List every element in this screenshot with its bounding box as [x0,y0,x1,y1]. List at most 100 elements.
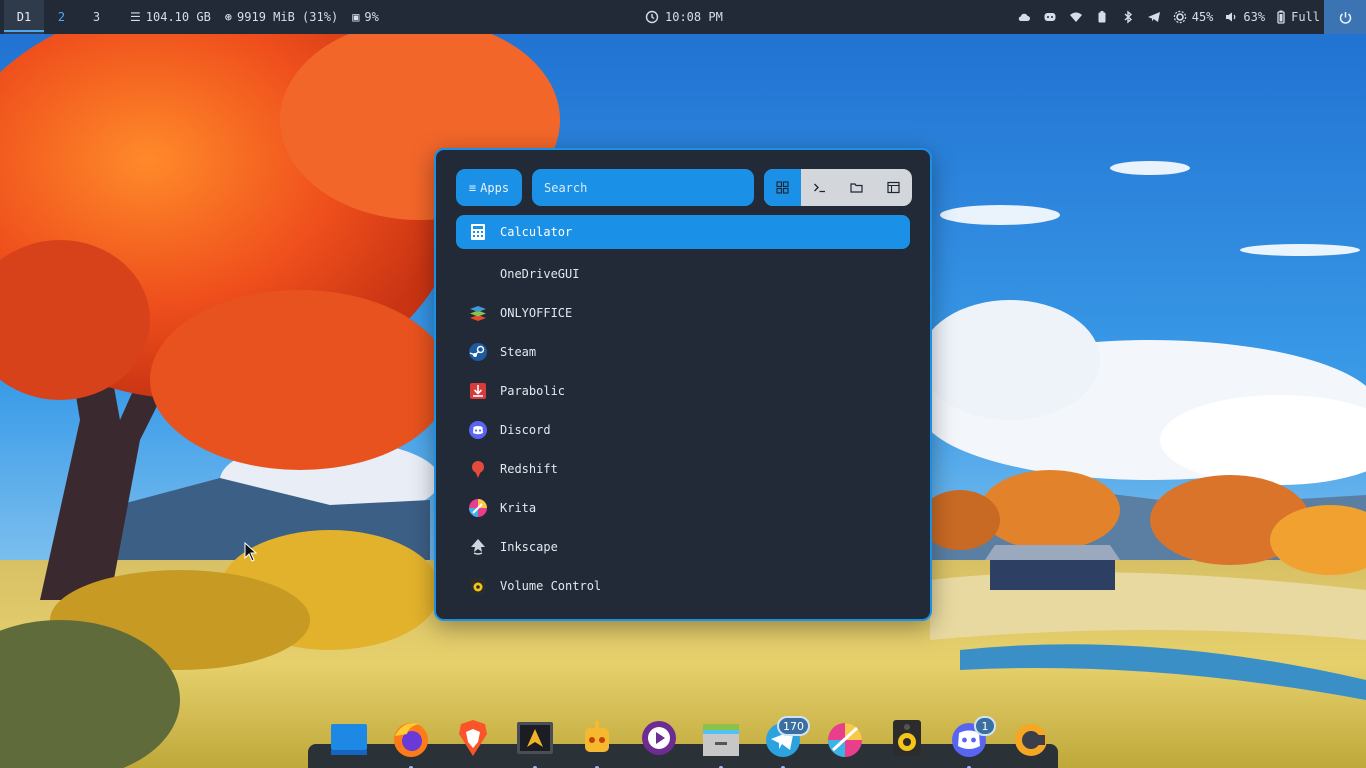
app-launcher: ≡ Apps Search Calculator OneDriveGUI ONL… [434,148,932,621]
calculator-icon [467,221,489,243]
memory-value: 9919 MiB (31%) [237,10,339,24]
dock-discord[interactable]: 1 [938,716,1000,768]
search-input[interactable]: Search [532,169,754,206]
app-label: Calculator [500,225,573,239]
system-tray: 45% 63% Full [1017,0,1320,34]
desktop-icon [331,724,367,755]
power-icon [1339,11,1351,24]
cpu-usage: ▣ 9% [352,10,379,24]
battery-icon[interactable] [1095,10,1110,25]
clock-time: 10:08 PM [665,10,723,24]
dock-media-player[interactable] [628,716,690,768]
arch-terminal-icon [517,722,553,754]
memory-usage: ⊛ 9919 MiB (31%) [225,10,338,24]
dock-arch-terminal[interactable] [504,716,566,768]
volume-value: 63% [1243,10,1266,24]
app-item-volume-control[interactable]: Volume Control [456,566,910,605]
telegram-tray-icon[interactable] [1147,10,1162,25]
app-item-parabolic[interactable]: Parabolic [456,371,910,410]
workspace-1[interactable]: D1 [4,0,44,34]
app-label: Parabolic [500,383,566,398]
dock-speaker[interactable] [876,716,938,768]
list-icon: ≡ [468,180,477,195]
wifi-icon[interactable] [1069,10,1084,25]
mode-switcher [764,169,912,206]
volume-icon [1226,12,1236,22]
app-label: Inkscape [500,539,558,554]
cpu-icon: ▣ [352,10,360,24]
app-item-discord[interactable]: Discord [456,410,910,449]
dock-desktop[interactable] [318,716,380,768]
bluetooth-icon[interactable] [1121,10,1136,25]
discord-tray-icon[interactable] [1043,10,1058,25]
app-item-calculator[interactable]: Calculator [456,215,910,249]
cloud-icon[interactable] [1017,10,1032,25]
terminal-mode-button[interactable] [801,169,838,206]
dock-krita[interactable] [814,716,876,768]
app-item-redshift[interactable]: Redshift [456,449,910,488]
brightness-icon [1173,10,1186,24]
speaker-icon [893,720,921,756]
mouse-cursor [244,542,258,562]
dock-telegram[interactable]: 170 [752,716,814,768]
app-label: Discord [500,422,551,437]
robot-icon [585,721,609,752]
battery-status[interactable]: Full [1276,10,1320,24]
app-item-onedrivegui[interactable]: OneDriveGUI [456,254,910,293]
parabolic-icon [467,380,489,402]
workspace-3[interactable]: 3 [79,0,114,34]
app-item-onlyoffice[interactable]: ONLYOFFICE [456,293,910,332]
onedrivegui-blank-icon [467,263,489,285]
volume[interactable]: 63% [1224,10,1265,24]
dock-robot[interactable] [566,716,628,768]
workspace-switcher: D1 2 3 [0,0,114,34]
app-label: ONLYOFFICE [500,305,573,320]
app-label: OneDriveGUI [500,266,580,281]
app-label: Volume Control [500,578,602,593]
disk-value: 104.10 GB [145,10,211,24]
app-label: Steam [500,344,537,359]
app-list: Calculator OneDriveGUI ONLYOFFICE Steam … [456,215,910,605]
grid-mode-button[interactable] [764,169,801,206]
windows-mode-button[interactable] [875,169,912,206]
krita-icon [467,497,489,519]
volume-control-icon [467,575,489,597]
brave-icon [459,720,487,756]
app-item-krita[interactable]: Krita [456,488,910,527]
clock[interactable]: 10:08 PM [645,0,723,34]
system-stats: ☰ 104.10 GB ⊛ 9919 MiB (31%) ▣ 9% [130,10,379,24]
onlyoffice-icon [467,302,489,324]
cpu-value: 9% [364,10,379,24]
files-mode-button[interactable] [838,169,875,206]
window-icon [887,181,900,194]
dock-cleaner[interactable] [1000,716,1062,768]
workspace-2[interactable]: 2 [44,0,79,34]
app-label: Redshift [500,461,558,476]
battery-value: Full [1291,10,1320,24]
launcher-header: ≡ Apps Search [456,169,912,206]
app-item-inkscape[interactable]: Inkscape [456,527,910,566]
firefox-icon [394,723,428,757]
battery-level-icon [1277,10,1285,24]
unread-badge: 1 [974,716,996,736]
cleaner-icon [1015,724,1047,756]
memory-icon: ⊛ [224,10,233,24]
dock-brave[interactable] [442,716,504,768]
grid-icon [776,181,789,194]
disk-usage: ☰ 104.10 GB [130,10,211,24]
media-player-icon [642,721,676,755]
app-label: Krita [500,500,537,515]
clock-icon [645,10,659,24]
apps-mode-button[interactable]: ≡ Apps [456,169,522,206]
disk-icon: ☰ [130,10,141,24]
search-placeholder: Search [544,180,588,195]
brightness[interactable]: 45% [1173,10,1213,24]
krita-dock-icon [828,723,862,757]
app-item-steam[interactable]: Steam [456,332,910,371]
dock-firefox[interactable] [380,716,442,768]
power-button[interactable] [1324,0,1366,34]
redshift-icon [467,458,489,480]
dock-file-manager[interactable] [690,716,752,768]
unread-badge: 170 [777,716,810,736]
file-manager-icon [703,724,739,756]
